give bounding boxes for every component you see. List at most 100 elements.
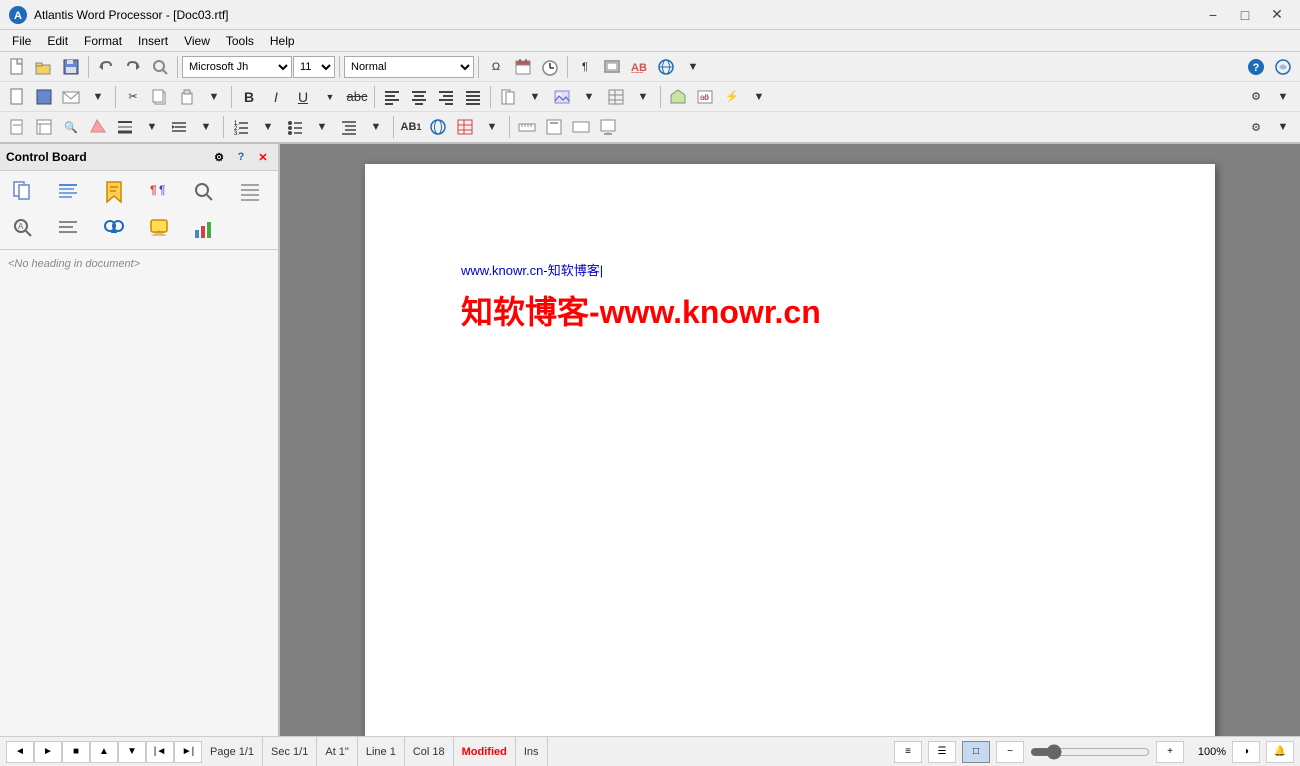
redo-button[interactable] (120, 55, 146, 79)
new-button[interactable] (4, 55, 30, 79)
document-page[interactable]: www.knowr.cn-知软博客| 知软博客-www.knowr.cn (365, 164, 1215, 736)
erase-btn[interactable] (85, 115, 111, 139)
save-btn2[interactable] (31, 85, 57, 109)
align-left-button[interactable] (379, 85, 405, 109)
copy-format-button[interactable] (495, 85, 521, 109)
italic-button[interactable]: I (263, 85, 289, 109)
menu-tools[interactable]: Tools (218, 32, 262, 50)
tools-dropdown[interactable]: ▼ (680, 55, 706, 79)
cut-button[interactable]: ✂ (120, 85, 146, 109)
list-num-btn[interactable]: 1.2.3. (228, 115, 254, 139)
font-name-select[interactable]: Microsoft Jh (182, 56, 292, 78)
sidebar-list-btn[interactable] (231, 175, 269, 209)
maximize-button[interactable]: □ (1230, 4, 1260, 26)
help-button[interactable]: ? (1243, 55, 1269, 79)
calendar-button[interactable] (510, 55, 536, 79)
sidebar-styles-btn[interactable]: ¶¶ (140, 175, 178, 209)
settings-dropdown3[interactable]: ▼ (1270, 115, 1296, 139)
sidebar-find-btn[interactable]: A (4, 211, 42, 245)
online-button[interactable] (1270, 55, 1296, 79)
spellcheck-button[interactable]: AB~~~ (626, 55, 652, 79)
autotext-button[interactable]: AB1 (398, 115, 424, 139)
settings-button[interactable]: ⚙ (1243, 85, 1269, 109)
screen-btn[interactable] (595, 115, 621, 139)
sidebar-bookmarks-btn[interactable] (95, 175, 133, 209)
close-button[interactable]: ✕ (1262, 4, 1292, 26)
zoom-out-btn[interactable]: − (996, 741, 1024, 763)
font-size-select[interactable]: 11 89101214 (293, 56, 335, 78)
help-icon[interactable]: ? (232, 148, 250, 166)
copy-button[interactable] (147, 85, 173, 109)
insert-image-button[interactable] (549, 85, 575, 109)
underline-button[interactable]: U (290, 85, 316, 109)
copy-format-dropdown[interactable]: ▼ (522, 85, 548, 109)
format-button[interactable]: abcd (692, 85, 718, 109)
strikethrough-button[interactable]: abc (344, 85, 370, 109)
save-button[interactable] (58, 55, 84, 79)
email-btn[interactable] (58, 85, 84, 109)
zoom-in-btn[interactable]: + (1156, 741, 1184, 763)
menu-view[interactable]: View (176, 32, 218, 50)
paragraph-marks-button[interactable]: ¶ (572, 55, 598, 79)
lines-btn[interactable] (112, 115, 138, 139)
table-dropdown2[interactable]: ▼ (479, 115, 505, 139)
view-outline-btn[interactable]: □ (962, 741, 990, 763)
outline-dropdown[interactable]: ▼ (363, 115, 389, 139)
nav-last-btn[interactable]: ►| (174, 741, 202, 763)
view-page-btn[interactable]: ☰ (928, 741, 956, 763)
fullscreen-button[interactable] (599, 55, 625, 79)
sidebar-binoculars-btn[interactable] (95, 211, 133, 245)
settings-icon[interactable]: ⚙ (210, 148, 228, 166)
sidebar-para-btn[interactable] (49, 211, 87, 245)
lines-dropdown[interactable]: ▼ (139, 115, 165, 139)
tools-btn2[interactable]: ▼ (746, 85, 772, 109)
ruler-button[interactable] (514, 115, 540, 139)
minimize-button[interactable]: − (1198, 4, 1228, 26)
web-button[interactable] (653, 55, 679, 79)
underline-dropdown[interactable]: ▼ (317, 85, 343, 109)
dropdown-btn2[interactable]: ▼ (85, 85, 111, 109)
nav-stop-btn[interactable]: ■ (62, 741, 90, 763)
sidebar-search-btn[interactable] (185, 175, 223, 209)
clock-button[interactable] (537, 55, 563, 79)
style-select[interactable]: Normal (344, 56, 474, 78)
table-insert-button[interactable] (452, 115, 478, 139)
table-dropdown[interactable]: ▼ (630, 85, 656, 109)
list-num-dropdown[interactable]: ▼ (255, 115, 281, 139)
settings-btn3[interactable]: ⚙ (1243, 115, 1269, 139)
nav-first-btn[interactable]: |◄ (146, 741, 174, 763)
align-right-button[interactable] (433, 85, 459, 109)
settings-dropdown[interactable]: ▼ (1270, 85, 1296, 109)
sidebar-pages-btn[interactable] (4, 175, 42, 209)
list-bullet-btn[interactable] (282, 115, 308, 139)
nav-prev-btn[interactable]: ◄ (6, 741, 34, 763)
nav-down-btn[interactable]: ▼ (118, 741, 146, 763)
undo-button[interactable] (93, 55, 119, 79)
justify-button[interactable] (460, 85, 486, 109)
nav-up-btn[interactable]: ▲ (90, 741, 118, 763)
image-dropdown[interactable]: ▼ (576, 85, 602, 109)
keyboard-btn[interactable] (568, 115, 594, 139)
document-line-1[interactable]: www.knowr.cn-知软博客| (461, 260, 1119, 279)
new-btn3[interactable] (4, 115, 30, 139)
list-bullet-dropdown[interactable]: ▼ (309, 115, 335, 139)
sidebar-paint-btn[interactable] (140, 211, 178, 245)
align-center-button[interactable] (406, 85, 432, 109)
paste-dropdown[interactable]: ▼ (201, 85, 227, 109)
outline-btn[interactable] (336, 115, 362, 139)
find-btn3[interactable]: 🔍 (58, 115, 84, 139)
menu-file[interactable]: File (4, 32, 39, 50)
find-button[interactable] (147, 55, 173, 79)
nav-next-btn[interactable]: ► (34, 741, 62, 763)
notification-btn[interactable]: 🔔 (1266, 741, 1294, 763)
brightness-btn[interactable]: ◑ (1232, 741, 1260, 763)
link-button[interactable] (425, 115, 451, 139)
open-button[interactable] (31, 55, 57, 79)
edit-btn3[interactable] (31, 115, 57, 139)
menu-format[interactable]: Format (76, 32, 130, 50)
table-button[interactable] (603, 85, 629, 109)
document-area[interactable]: www.knowr.cn-知软博客| 知软博客-www.knowr.cn (280, 144, 1300, 736)
lightbolt-button[interactable]: ⚡ (719, 85, 745, 109)
indent-dropdown[interactable]: ▼ (193, 115, 219, 139)
new-btn2[interactable] (4, 85, 30, 109)
